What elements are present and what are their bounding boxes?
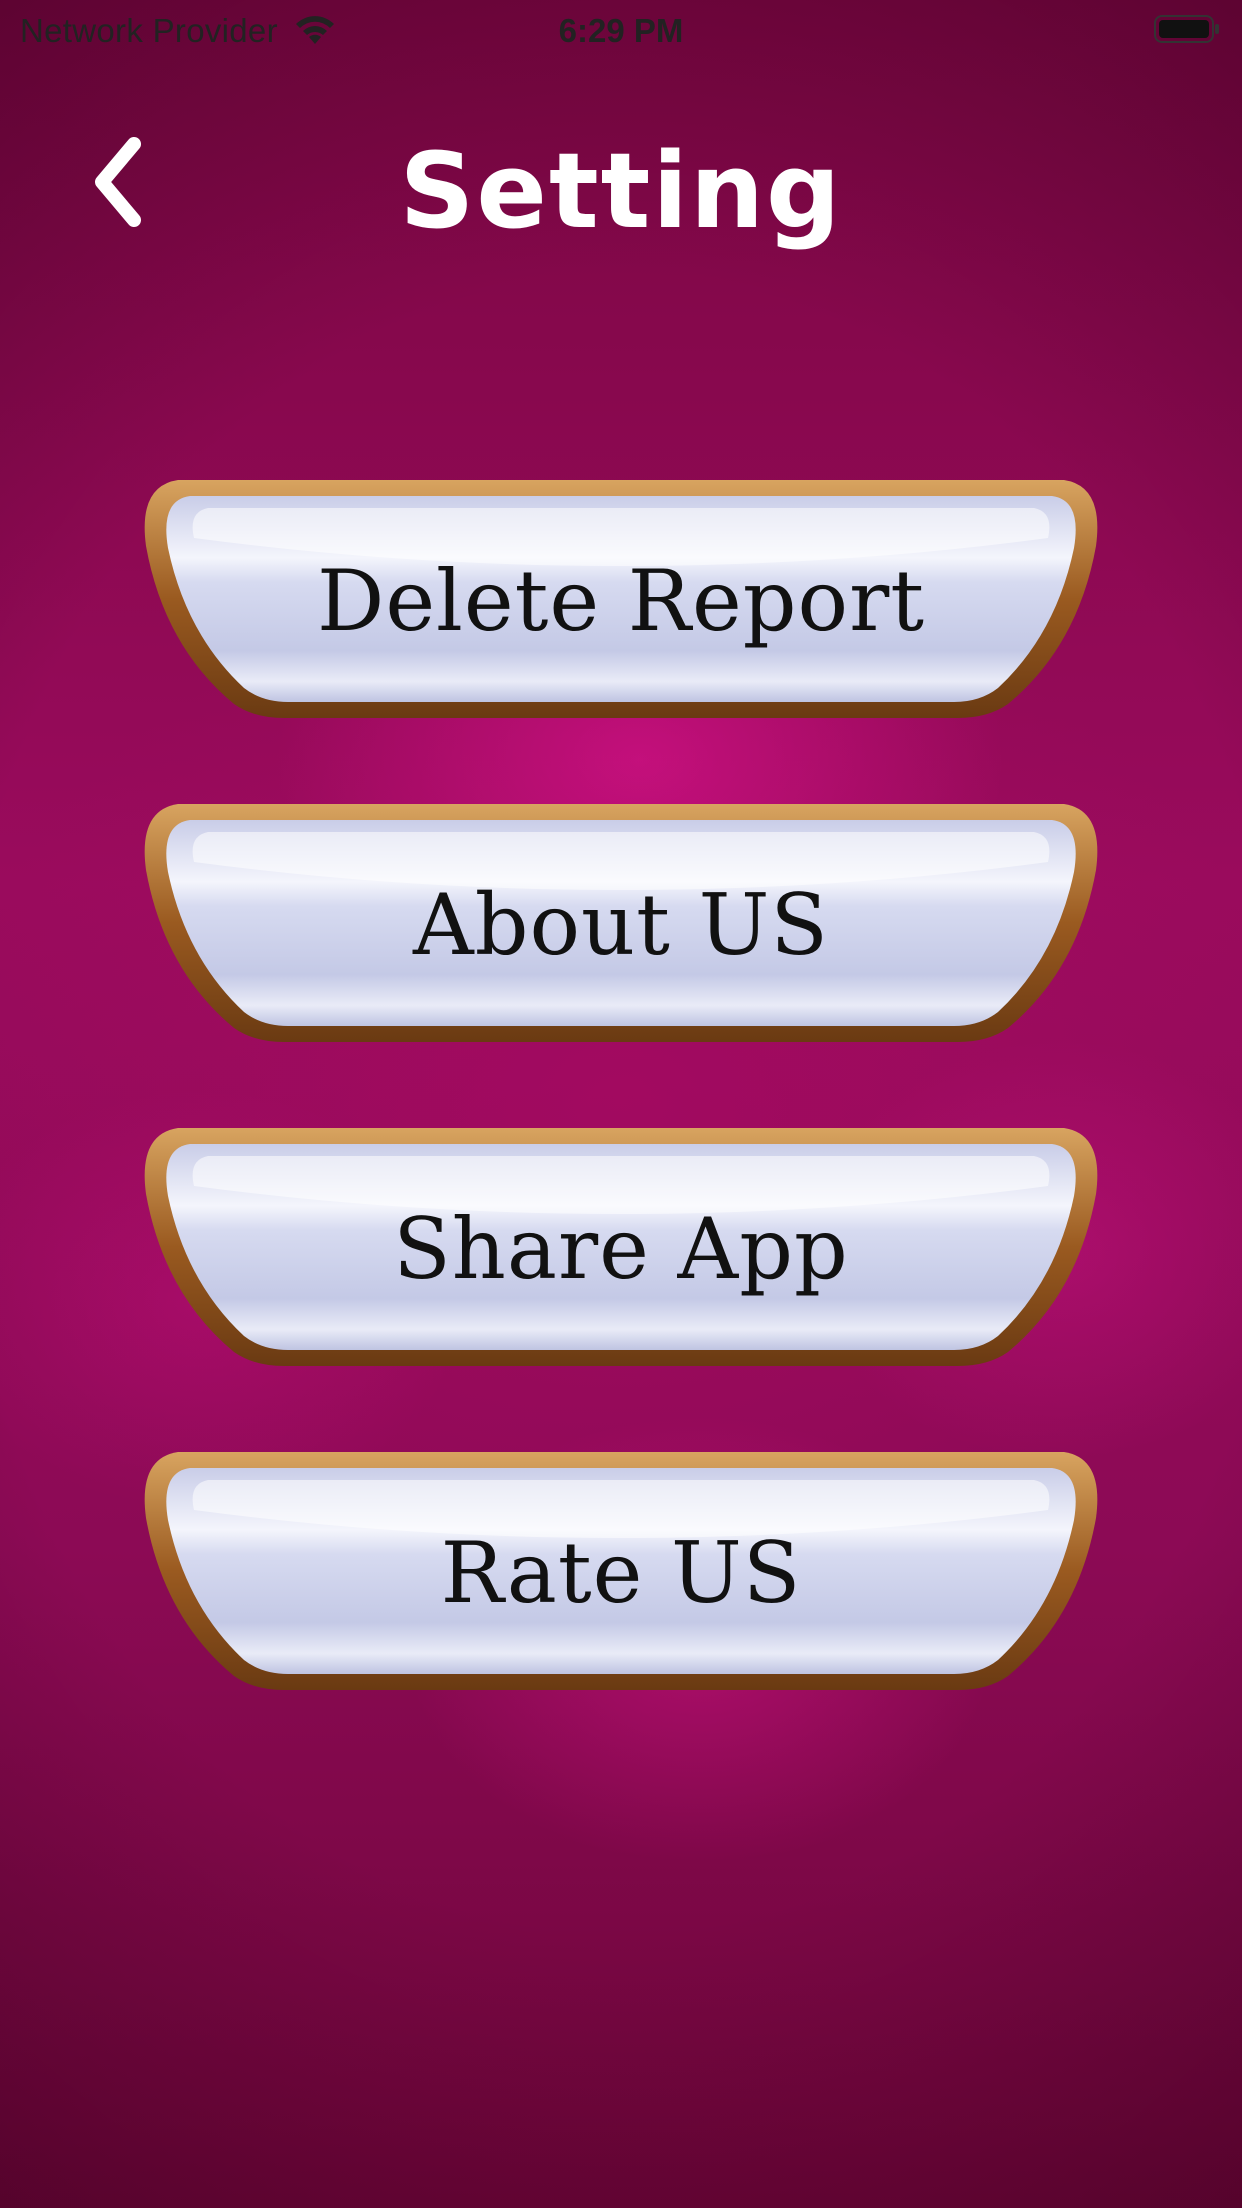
battery-icon [1154,15,1219,43]
settings-menu: Delete Report About US Share App Rate US [138,466,1104,1700]
rate-us-button[interactable]: Rate US [138,1438,1104,1700]
status-bar: Network Provider 6:29 PM [0,0,1242,60]
about-us-button[interactable]: About US [138,790,1104,1052]
rate-us-label: Rate US [440,1524,802,1622]
share-app-label: Share App [393,1200,849,1298]
page-title: Setting [399,130,843,252]
delete-report-button[interactable]: Delete Report [138,466,1104,728]
delete-report-label: Delete Report [316,552,925,650]
share-app-button[interactable]: Share App [138,1114,1104,1376]
about-us-label: About US [413,876,829,974]
status-time: 6:29 PM [558,12,684,49]
